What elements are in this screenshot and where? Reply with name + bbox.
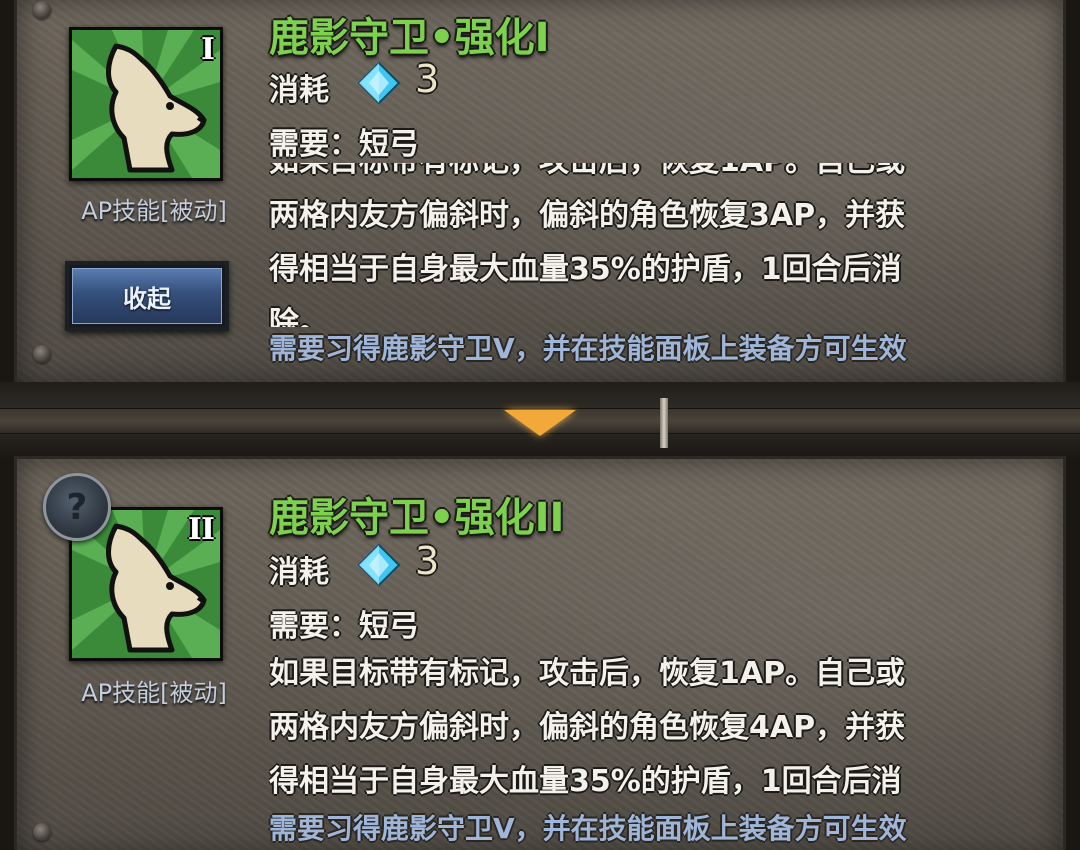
skill-detail-screen: I AP技能[被动] 收起 鹿影守卫•强化I 消耗 3 需要：短弓 如果目标带有… <box>0 0 1080 850</box>
collapse-button[interactable]: 收起 <box>65 261 229 331</box>
rivet-icon <box>33 1 51 19</box>
unlock-requirement-note: 需要习得鹿影守卫V，并在技能面板上装备方可生效 <box>269 812 907 845</box>
crystal-icon <box>357 543 401 587</box>
deer-head-icon[interactable]: I <box>69 27 223 181</box>
cost-value: 3 <box>415 57 440 101</box>
selection-arrow-icon <box>504 410 576 436</box>
description-line: 两格内友方偏斜时，偏斜的角色恢复3AP，并获 <box>269 198 906 233</box>
skill-type-label: AP技能[被动] <box>81 679 227 707</box>
rivet-icon <box>33 823 51 841</box>
description-line: 如果目标带有标记，攻击后，恢复1AP。自己或 <box>269 656 906 691</box>
skill-title: 鹿影守卫•强化I <box>269 15 550 61</box>
description-line: 两格内友方偏斜时，偏斜的角色恢复4AP，并获 <box>269 710 906 745</box>
rank-numeral: II <box>187 512 215 547</box>
skill-card-1: I AP技能[被动] 收起 鹿影守卫•强化I 消耗 3 需要：短弓 如果目标带有… <box>14 0 1066 388</box>
description-line: 如果目标带有标记，攻击后，恢复1AP。自己或 <box>269 163 989 189</box>
skill-type-label: AP技能[被动] <box>81 197 227 225</box>
skill-title: 鹿影守卫•强化II <box>269 495 565 541</box>
collapse-button-label: 收起 <box>72 268 222 324</box>
description-line: 得相当于自身最大血量35%的护盾，1回合后消 <box>269 764 902 799</box>
crystal-icon <box>357 61 401 105</box>
deer-head-icon-art <box>72 30 220 178</box>
divider-post <box>660 398 668 448</box>
skill-card-2: II ? AP技能[被动] 鹿影守卫•强化II 消耗 3 需要：短弓 如果目标带… <box>14 456 1066 850</box>
description-line: 得相当于自身最大血量35%的护盾，1回合后消 <box>269 252 902 287</box>
skill-description: 如果目标带有标记，攻击后，恢复1AP。自己或 两格内友方偏斜时，偏斜的角色恢复4… <box>269 647 989 801</box>
requirement-line: 需要：短弓 <box>269 127 419 162</box>
panel-divider <box>0 382 1080 458</box>
rivet-icon <box>33 345 51 363</box>
cost-label: 消耗 <box>269 555 329 590</box>
help-icon[interactable]: ? <box>43 473 111 541</box>
description-line: 除。 <box>269 306 329 327</box>
cost-value: 3 <box>415 539 440 583</box>
rank-numeral: I <box>200 32 215 67</box>
skill-description: 如果目标带有标记，攻击后，恢复1AP。自己或 两格内友方偏斜时，偏斜的角色恢复3… <box>269 163 989 327</box>
requirement-line: 需要：短弓 <box>269 609 419 644</box>
unlock-requirement-note: 需要习得鹿影守卫V，并在技能面板上装备方可生效 <box>269 332 907 365</box>
cost-label: 消耗 <box>269 73 329 108</box>
